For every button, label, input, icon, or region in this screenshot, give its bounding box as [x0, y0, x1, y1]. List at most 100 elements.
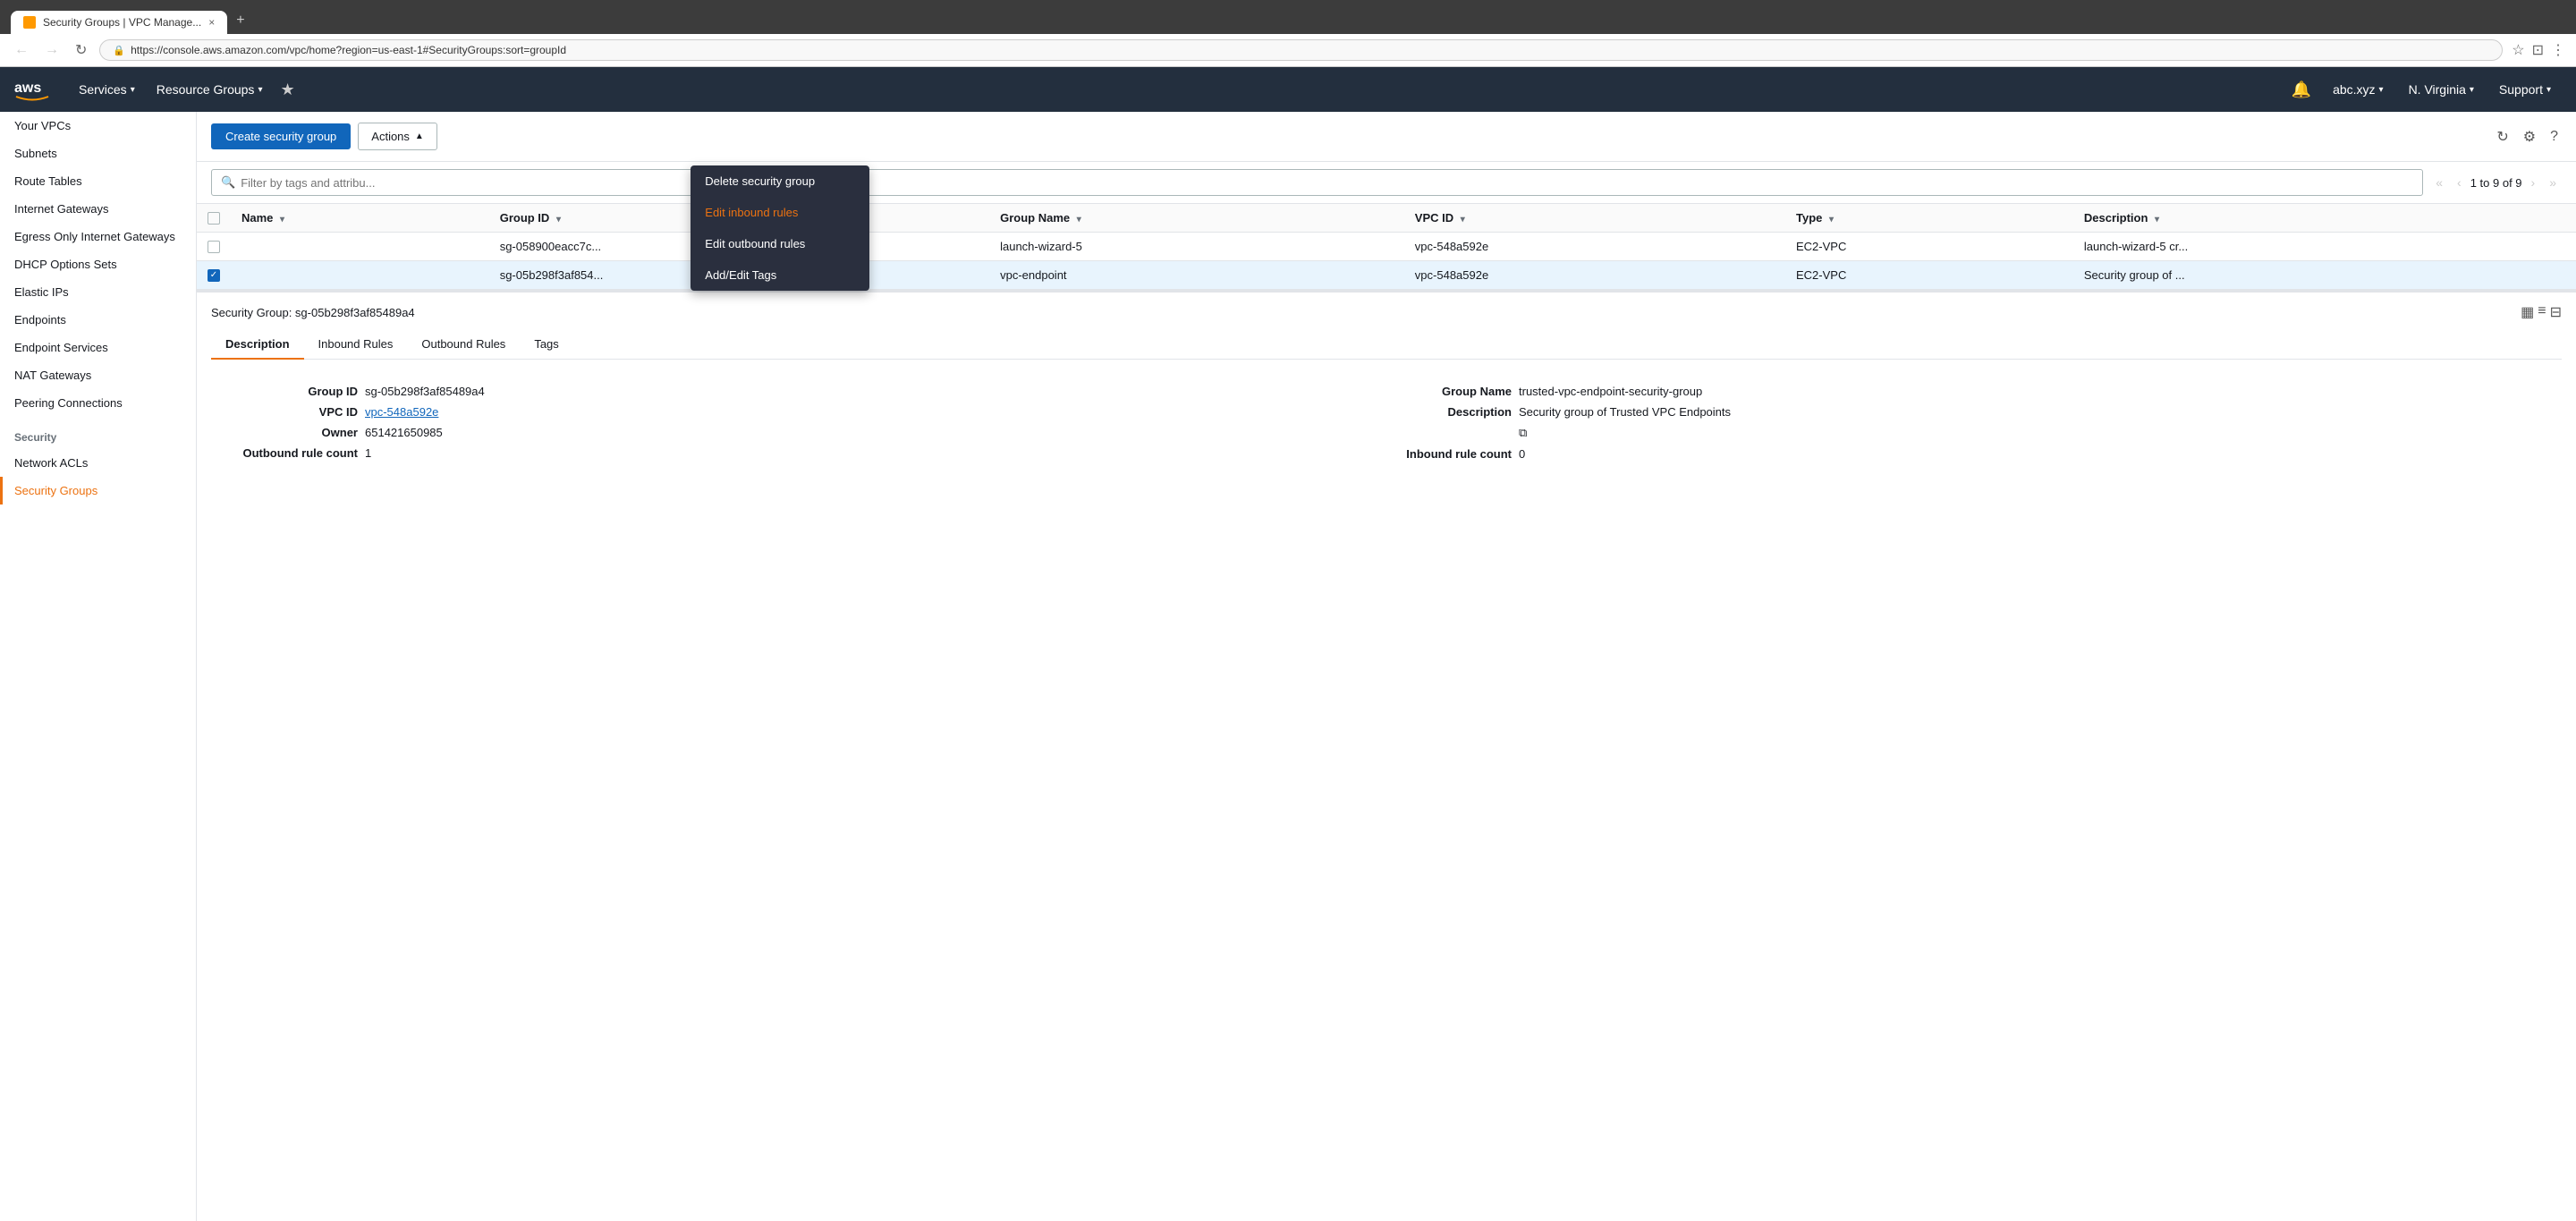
region-name: N. Virginia — [2409, 82, 2466, 97]
support-menu[interactable]: Support ▾ — [2488, 67, 2562, 112]
new-tab-btn[interactable]: + — [227, 7, 253, 34]
sidebar-item-elastic-ips[interactable]: Elastic IPs — [0, 278, 196, 306]
detail-owner-value: 651421650985 — [365, 426, 443, 439]
tab-outbound-rules[interactable]: Outbound Rules — [407, 330, 520, 360]
security-groups-table-wrapper: Name ▾ Group ID ▾ Group Name ▾ VPC ID — [197, 204, 2576, 290]
row-1-checkbox[interactable] — [208, 241, 220, 253]
sidebar-item-peering-connections[interactable]: Peering Connections — [0, 389, 196, 417]
region-menu[interactable]: N. Virginia ▾ — [2398, 67, 2485, 112]
sidebar-item-endpoints[interactable]: Endpoints — [0, 306, 196, 334]
tab-description[interactable]: Description — [211, 330, 304, 360]
region-arrow: ▾ — [2470, 85, 2474, 95]
help-icon[interactable]: ? — [2546, 125, 2562, 148]
settings-icon[interactable]: ⚙ — [2520, 124, 2539, 149]
browser-chrome: Security Groups | VPC Manage... × + — [0, 0, 2576, 34]
detail-vpc-id-label: VPC ID — [233, 405, 358, 419]
tab-inbound-rules[interactable]: Inbound Rules — [304, 330, 408, 360]
content-area: Create security group Actions ▲ Delete s… — [197, 112, 2576, 1221]
detail-outbound-rule-count-label: Outbound rule count — [233, 446, 358, 460]
resource-groups-arrow: ▾ — [258, 85, 262, 95]
page-last-btn[interactable]: » — [2544, 174, 2562, 191]
back-btn[interactable]: ← — [11, 40, 32, 60]
sidebar-item-network-acls[interactable]: Network ACLs — [0, 449, 196, 477]
detail-vpc-id-row: VPC ID vpc-548a592e — [233, 402, 1386, 422]
dropdown-item-delete[interactable]: Delete security group — [691, 165, 869, 197]
sidebar-item-subnets[interactable]: Subnets — [0, 140, 196, 167]
detail-description-value: Security group of Trusted VPC Endpoints — [1519, 405, 1731, 419]
resource-groups-nav-item[interactable]: Resource Groups ▾ — [146, 67, 274, 112]
url-bar[interactable]: 🔒 https://console.aws.amazon.com/vpc/hom… — [99, 39, 2503, 61]
copy-icon[interactable]: ⧉ — [1519, 426, 1527, 440]
detail-inbound-rule-count-row: Inbound rule count 0 — [1386, 444, 2540, 464]
pin-icon[interactable]: ★ — [273, 81, 301, 99]
forward-btn[interactable]: → — [41, 40, 63, 60]
tab-close-btn[interactable]: × — [208, 16, 215, 29]
sidebar-item-your-vpcs[interactable]: Your VPCs — [0, 112, 196, 140]
refresh-btn[interactable]: ↻ — [72, 39, 90, 61]
page-first-btn[interactable]: « — [2430, 174, 2448, 191]
sidebar-item-security-groups[interactable]: Security Groups — [0, 477, 196, 505]
detail-owner-row: Owner 651421650985 — [233, 422, 1386, 443]
sort-description-icon[interactable]: ▾ — [2155, 215, 2159, 225]
filter-input[interactable] — [241, 176, 2413, 190]
sidebar: Your VPCs Subnets Route Tables Internet … — [0, 112, 197, 1221]
sidebar-item-endpoint-services[interactable]: Endpoint Services — [0, 334, 196, 361]
sort-group-id-icon[interactable]: ▾ — [556, 215, 561, 225]
detail-view-detail-icon[interactable]: ⊟ — [2550, 303, 2562, 321]
sidebar-item-route-tables[interactable]: Route Tables — [0, 167, 196, 195]
row-2-checkbox[interactable]: ✓ — [208, 269, 220, 282]
sort-type-icon[interactable]: ▾ — [1829, 215, 1834, 225]
detail-view-list-icon[interactable]: ≡ — [2538, 303, 2546, 321]
sidebar-item-nat-gateways[interactable]: NAT Gateways — [0, 361, 196, 389]
actions-button[interactable]: Actions ▲ — [358, 123, 437, 150]
page-prev-btn[interactable]: ‹ — [2452, 174, 2467, 191]
row-2-name — [231, 261, 489, 290]
detail-group-name-row: Group Name trusted-vpc-endpoint-security… — [1386, 381, 2540, 402]
row-1-description: launch-wizard-5 cr... — [2073, 233, 2576, 261]
svg-text:aws: aws — [14, 81, 41, 96]
row-2-vpc-id: vpc-548a592e — [1404, 261, 1785, 290]
browser-extensions-icon[interactable]: ⊡ — [2532, 41, 2544, 59]
table-row[interactable]: ✓ sg-05b298f3af854... vpc-endpoint vpc-5… — [197, 261, 2576, 290]
page-next-btn[interactable]: › — [2526, 174, 2541, 191]
pagination-text: 1 to 9 of 9 — [2470, 176, 2522, 190]
browser-tabs: Security Groups | VPC Manage... × + — [11, 7, 2565, 34]
detail-group-name-label: Group Name — [1386, 385, 1512, 398]
filter-bar: 🔍 « ‹ 1 to 9 of 9 › » — [197, 162, 2576, 204]
resource-groups-label: Resource Groups — [157, 82, 255, 97]
account-menu[interactable]: abc.xyz ▾ — [2322, 67, 2394, 112]
refresh-icon[interactable]: ↻ — [2493, 124, 2512, 149]
detail-description-row: Description Security group of Trusted VP… — [1386, 402, 2540, 422]
security-groups-table: Name ▾ Group ID ▾ Group Name ▾ VPC ID — [197, 204, 2576, 290]
select-all-checkbox[interactable] — [208, 212, 220, 225]
browser-bookmark-icon[interactable]: ☆ — [2512, 41, 2524, 59]
detail-copy-row: ⧉ — [1386, 422, 2540, 444]
detail-inbound-rule-count-label: Inbound rule count — [1386, 447, 1512, 461]
notifications-bell-icon[interactable]: 🔔 — [2284, 81, 2318, 99]
sort-group-name-icon[interactable]: ▾ — [1077, 215, 1081, 225]
sidebar-item-egress-only-internet-gateways[interactable]: Egress Only Internet Gateways — [0, 223, 196, 250]
aws-logo[interactable]: aws — [14, 76, 50, 103]
aws-logo-svg: aws — [14, 76, 50, 103]
create-security-group-button[interactable]: Create security group — [211, 123, 351, 149]
services-nav-item[interactable]: Services ▾ — [68, 67, 146, 112]
detail-view-grid-icon[interactable]: ▦ — [2521, 303, 2534, 321]
table-row[interactable]: sg-058900eacc7c... launch-wizard-5 vpc-5… — [197, 233, 2576, 261]
browser-menu-icon[interactable]: ⋮ — [2551, 41, 2565, 59]
dropdown-item-edit-inbound[interactable]: Edit inbound rules — [691, 197, 869, 228]
tab-tags[interactable]: Tags — [520, 330, 572, 360]
aws-topnav: aws Services ▾ Resource Groups ▾ ★ 🔔 abc… — [0, 67, 2576, 112]
dropdown-item-add-edit-tags[interactable]: Add/Edit Tags — [691, 259, 869, 291]
sidebar-item-dhcp-options-sets[interactable]: DHCP Options Sets — [0, 250, 196, 278]
dropdown-item-edit-outbound[interactable]: Edit outbound rules — [691, 228, 869, 259]
detail-header: Security Group: sg-05b298f3af85489a4 ▦ ≡… — [211, 303, 2562, 321]
filter-input-wrapper[interactable]: 🔍 — [211, 169, 2423, 196]
row-1-vpc-id: vpc-548a592e — [1404, 233, 1785, 261]
sort-name-icon[interactable]: ▾ — [280, 215, 284, 225]
sort-vpc-id-icon[interactable]: ▾ — [1461, 215, 1465, 225]
active-tab[interactable]: Security Groups | VPC Manage... × — [11, 11, 227, 34]
browser-actions: ☆ ⊡ ⋮ — [2512, 41, 2565, 59]
sidebar-item-internet-gateways[interactable]: Internet Gateways — [0, 195, 196, 223]
detail-panel: Security Group: sg-05b298f3af85489a4 ▦ ≡… — [197, 290, 2576, 482]
detail-vpc-id-value[interactable]: vpc-548a592e — [365, 405, 438, 419]
